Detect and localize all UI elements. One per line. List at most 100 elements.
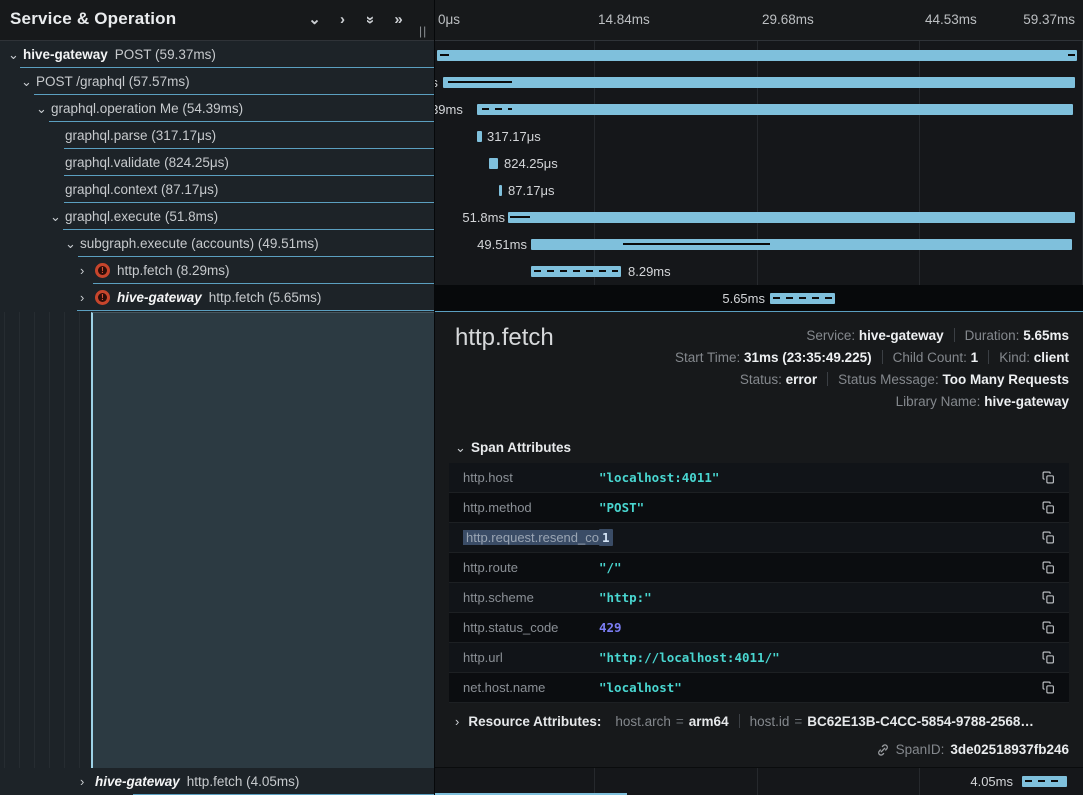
span-bar[interactable]: [437, 50, 1077, 61]
self-time-mark: [1068, 54, 1075, 56]
tree-row-subgraph-execute[interactable]: ⌄ subgraph.execute (accounts) (49.51ms): [0, 230, 434, 257]
attribute-row[interactable]: http.host "localhost:4011": [449, 463, 1069, 493]
span-bar[interactable]: [477, 104, 1073, 115]
copy-button[interactable]: [1039, 649, 1057, 667]
copy-button[interactable]: [1039, 589, 1057, 607]
duration-label: 8.29ms: [628, 258, 671, 285]
meta-divider: [882, 350, 883, 364]
expand-all-icon[interactable]: »: [390, 10, 407, 30]
span-bar[interactable]: [477, 131, 482, 142]
span-attributes-section-header[interactable]: ⌄Span Attributes: [455, 440, 571, 456]
timeline-row: 87.17μs: [435, 177, 1083, 204]
chevron-down-icon[interactable]: ⌄: [8, 47, 23, 63]
duration-label: 824.25μs: [504, 150, 558, 177]
tree-row-hive-gateway-post[interactable]: ⌄ hive-gateway POST (59.37ms): [0, 41, 434, 68]
span-bar[interactable]: [489, 158, 498, 169]
attribute-row[interactable]: http.route "/": [449, 553, 1069, 583]
meta-line: Status: errorStatus Message: Too Many Re…: [675, 369, 1069, 391]
attribute-key: http.method: [449, 500, 599, 515]
chevron-down-icon[interactable]: ⌄: [21, 74, 36, 90]
indent-guide: [64, 312, 65, 795]
attribute-row[interactable]: http.status_code 429: [449, 613, 1069, 643]
self-time-mark: [448, 81, 512, 83]
tree-row-http-fetch-5ms-selected[interactable]: › ! hive-gateway http.fetch (5.65ms): [0, 284, 434, 311]
tree-row-graphql-context[interactable]: graphql.context (87.17μs): [0, 176, 434, 203]
attribute-key: http.host: [449, 470, 599, 485]
attribute-value: "POST": [599, 500, 644, 515]
copy-button[interactable]: [1039, 469, 1057, 487]
chevron-right-icon[interactable]: ›: [80, 263, 95, 278]
resource-attributes-row[interactable]: ›Resource Attributes:host.arch=arm64host…: [455, 714, 1034, 729]
indent-guide: [4, 312, 5, 795]
service-value: hive-gateway: [859, 328, 944, 343]
tree-row-http-fetch-8ms[interactable]: › ! http.fetch (8.29ms): [0, 257, 434, 284]
equals-sign: =: [676, 714, 684, 729]
attribute-value: "/": [599, 560, 622, 575]
span-bar[interactable]: [1022, 776, 1067, 787]
chevron-right-icon[interactable]: ›: [80, 290, 95, 305]
tree-row-graphql-execute[interactable]: ⌄ graphql.execute (51.8ms): [0, 203, 434, 230]
tree-row-graphql-validate[interactable]: graphql.validate (824.25μs): [0, 149, 434, 176]
attribute-value: "http:": [599, 590, 652, 605]
span-service: hive-gateway: [117, 290, 202, 305]
duration-label: 5.65ms: [719, 285, 765, 312]
span-bar[interactable]: [499, 185, 502, 196]
copy-button[interactable]: [1039, 679, 1057, 697]
copy-button[interactable]: [1039, 529, 1057, 547]
copy-button[interactable]: [1039, 499, 1057, 517]
collapse-one-icon[interactable]: ⌄: [306, 10, 323, 30]
timeline-row: 51.8ms: [435, 204, 1083, 231]
tick-label: 14.84ms: [598, 12, 650, 27]
span-label: http.fetch (8.29ms): [117, 263, 230, 278]
span-bar[interactable]: [531, 266, 621, 277]
attribute-row[interactable]: http.method "POST": [449, 493, 1069, 523]
span-id-value: 3de02518937fb246: [950, 742, 1069, 757]
span-bar[interactable]: [531, 239, 1072, 250]
span-bar[interactable]: [770, 293, 835, 304]
timeline-row-selected[interactable]: 5.65ms: [435, 285, 1083, 312]
span-label: http.fetch (4.05ms): [187, 774, 300, 789]
meta-divider: [988, 350, 989, 364]
tree-row-graphql-parse[interactable]: graphql.parse (317.17μs): [0, 122, 434, 149]
duration-label: 87.17μs: [508, 177, 555, 204]
duration-label: Duration:: [965, 328, 1020, 343]
span-label: subgraph.execute (accounts) (49.51ms): [80, 236, 319, 251]
timeline-row: 8.29ms: [435, 258, 1083, 285]
resource-attr-key: host.id: [750, 714, 790, 729]
attribute-value: "http://localhost:4011/": [599, 650, 780, 665]
resource-attr-value: BC62E13B-C4CC-5854-9788-2568…: [807, 714, 1034, 729]
chevron-down-icon[interactable]: ⌄: [65, 236, 80, 252]
span-bar[interactable]: [443, 77, 1075, 88]
resource-attr-value: arm64: [689, 714, 729, 729]
child-count-label: Child Count:: [893, 350, 967, 365]
span-meta: Service: hive-gatewayDuration: 5.65ms St…: [675, 325, 1069, 413]
tree-row-http-fetch-4ms[interactable]: › hive-gateway http.fetch (4.05ms): [0, 768, 434, 795]
attribute-row[interactable]: http.scheme "http:": [449, 583, 1069, 613]
attribute-row[interactable]: net.host.name "localhost": [449, 673, 1069, 703]
chevron-down-icon[interactable]: ⌄: [50, 209, 65, 225]
copy-button[interactable]: [1039, 619, 1057, 637]
span-bar[interactable]: [508, 212, 1075, 223]
self-time-mark: [623, 243, 770, 245]
attribute-row-selected-text[interactable]: http.request.resend_count 1: [449, 523, 1069, 553]
panel-resize-handle[interactable]: ||: [419, 24, 427, 38]
tree-row-post-graphql[interactable]: ⌄ POST /graphql (57.57ms): [0, 68, 434, 95]
meta-line: Start Time: 31ms (23:35:49.225)Child Cou…: [675, 347, 1069, 369]
chevron-right-icon[interactable]: ›: [80, 774, 95, 789]
panel-title: Service & Operation: [10, 9, 176, 29]
expand-one-icon[interactable]: ›: [334, 10, 351, 30]
attribute-row[interactable]: http.url "http://localhost:4011/": [449, 643, 1069, 673]
span-id-label: SpanID:: [896, 742, 945, 757]
attribute-key: http.request.resend_count: [449, 530, 599, 545]
meta-divider: [954, 328, 955, 342]
link-icon[interactable]: [876, 743, 890, 757]
kind-value: client: [1034, 350, 1069, 365]
selected-span-expanded-area[interactable]: [91, 312, 434, 768]
status-message-label: Status Message:: [838, 372, 939, 387]
tree-row-graphql-operation[interactable]: ⌄ graphql.operation Me (54.39ms): [0, 95, 434, 122]
copy-button[interactable]: [1039, 559, 1057, 577]
tree-toolbar: ⌄ › » »: [306, 10, 407, 30]
chevron-down-icon[interactable]: ⌄: [36, 101, 51, 117]
error-icon: !: [95, 263, 110, 278]
collapse-all-icon[interactable]: »: [362, 10, 379, 30]
